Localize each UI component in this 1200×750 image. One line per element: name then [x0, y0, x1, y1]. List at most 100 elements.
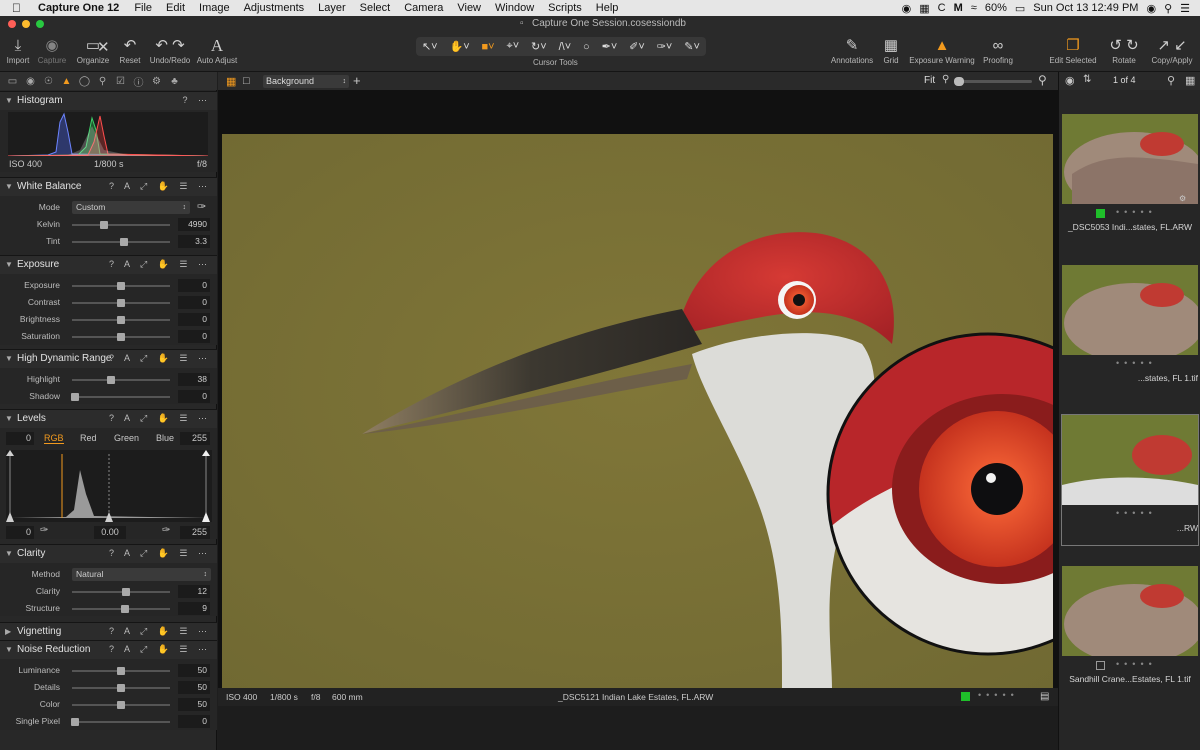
tool-actions[interactable]: ? A ⤢ ✋ ☰ ⋯: [109, 353, 211, 364]
multi-view-icon[interactable]: ▦: [226, 75, 236, 88]
color-tag-green[interactable]: [1096, 209, 1105, 218]
select-cursor-icon[interactable]: ↖˅: [422, 40, 438, 53]
exposure-tab-icon[interactable]: ▲: [59, 76, 74, 87]
app-menu[interactable]: Capture One 12: [38, 2, 119, 14]
clock[interactable]: Sun Oct 13 12:49 PM: [1033, 2, 1138, 14]
rating-stars[interactable]: •••••: [1116, 659, 1157, 669]
rating-stars[interactable]: •••••: [1116, 508, 1157, 518]
levels-input-low[interactable]: 0: [6, 432, 34, 445]
hdr-header[interactable]: ▼ High Dynamic Range ? A ⤢ ✋ ☰ ⋯: [0, 350, 217, 368]
proofing-button[interactable]: ∞ Proofing: [980, 36, 1016, 65]
undo-redo-button[interactable]: ↶ ↷ Undo/Redo: [146, 36, 194, 65]
thumbnail[interactable]: ••••• ...states, FL 1.tif: [1062, 265, 1198, 395]
menu-image[interactable]: Image: [199, 2, 230, 14]
thumbnail-selected[interactable]: ••••• ...RW: [1061, 414, 1199, 546]
slider-value[interactable]: 3.3: [178, 235, 210, 248]
annotate-icon[interactable]: ✎˅: [684, 40, 700, 53]
spot-icon[interactable]: ○: [583, 41, 590, 53]
close-window-button[interactable]: [8, 20, 16, 28]
layer-select[interactable]: Background ↕: [263, 75, 349, 88]
auto-adjust-button[interactable]: A Auto Adjust: [194, 36, 240, 65]
batch-tab-icon[interactable]: ♣: [167, 76, 182, 87]
slider-handle[interactable]: [117, 316, 125, 324]
slider-value[interactable]: 38: [178, 373, 210, 386]
slider-handle[interactable]: [117, 684, 125, 692]
levels-channel-green[interactable]: Green: [114, 433, 139, 443]
histogram-header[interactable]: ▼ Histogram ? ⋯: [0, 92, 217, 110]
zoom-slider-handle[interactable]: [954, 77, 964, 86]
thumbnail[interactable]: ••••• Sandhill Crane...Estates, FL 1.tif: [1062, 566, 1198, 696]
minimize-window-button[interactable]: [22, 20, 30, 28]
tool-actions[interactable]: ? A ⤢ ✋ ☰ ⋯: [109, 181, 211, 192]
slider-handle[interactable]: [121, 588, 130, 596]
tool-actions[interactable]: ? ⋯: [182, 95, 211, 106]
menu-adjustments[interactable]: Adjustments: [244, 2, 305, 14]
rating-stars[interactable]: •••••: [1116, 207, 1157, 217]
wifi-icon[interactable]: ≈: [971, 2, 977, 14]
menu-view[interactable]: View: [457, 2, 481, 14]
slider-value[interactable]: 0: [178, 715, 210, 728]
white-picker-icon[interactable]: ✑: [162, 525, 170, 536]
tool-actions[interactable]: ? A ⤢ ✋ ☰ ⋯: [109, 626, 211, 637]
slider-value[interactable]: 12: [178, 585, 210, 598]
crop-icon[interactable]: ⌖˅: [507, 40, 520, 53]
battery-icon[interactable]: ▭: [1015, 2, 1025, 15]
levels-output-low[interactable]: 0: [6, 526, 34, 539]
lens-tab-icon[interactable]: ◯: [77, 76, 92, 87]
slider-handle[interactable]: [117, 701, 125, 709]
menu-edit[interactable]: Edit: [166, 2, 185, 14]
loupe-icon[interactable]: ■˅: [482, 41, 495, 53]
info-icon[interactable]: ▤: [1040, 691, 1049, 702]
slider-track[interactable]: [72, 379, 170, 381]
levels-input-high[interactable]: 255: [180, 432, 210, 445]
slider-track[interactable]: [72, 224, 170, 226]
slider-value[interactable]: 0: [178, 279, 210, 292]
add-layer-icon[interactable]: +: [353, 73, 361, 88]
slider-handle[interactable]: [70, 393, 79, 401]
tool-actions[interactable]: ? A ⤢ ✋ ☰ ⋯: [109, 548, 211, 559]
ring-icon[interactable]: ◉: [902, 2, 912, 15]
rotate-button[interactable]: ↺ ↻ Rotate: [1108, 36, 1140, 65]
slider-value[interactable]: 50: [178, 681, 210, 694]
slider-handle[interactable]: [117, 282, 125, 290]
exposure-header[interactable]: ▼ Exposure ? A ⤢ ✋ ☰ ⋯: [0, 256, 217, 274]
reset-button[interactable]: ↶ Reset: [116, 36, 144, 65]
keystone-icon[interactable]: /\˅: [559, 41, 572, 53]
slider-value[interactable]: 0: [178, 390, 210, 403]
vignetting-header[interactable]: ▶ Vignetting ? A ⤢ ✋ ☰ ⋯: [0, 623, 217, 641]
slider-handle[interactable]: [117, 299, 125, 307]
slider-value[interactable]: 0: [178, 296, 210, 309]
slider-value[interactable]: 0: [178, 330, 210, 343]
slider-value[interactable]: 0: [178, 313, 210, 326]
m-icon[interactable]: M: [954, 2, 963, 14]
wb-picker-icon[interactable]: ✑: [197, 200, 206, 213]
zoom-level[interactable]: Fit: [924, 75, 935, 86]
eye-icon[interactable]: ◉: [1065, 74, 1075, 87]
slider-track[interactable]: [72, 396, 170, 398]
menu-layer[interactable]: Layer: [318, 2, 346, 14]
menu-help[interactable]: Help: [596, 2, 619, 14]
exposure-warning-button[interactable]: ▲ Exposure Warning: [906, 36, 978, 65]
tool-actions[interactable]: ? A ⤢ ✋ ☰ ⋯: [109, 644, 211, 655]
slider-handle[interactable]: [117, 333, 125, 341]
menu-scripts[interactable]: Scripts: [548, 2, 582, 14]
brush-icon[interactable]: ✒˅: [602, 40, 618, 53]
film-icon[interactable]: ▦: [919, 2, 929, 15]
color-tag-empty[interactable]: [1096, 661, 1105, 670]
single-view-icon[interactable]: □: [243, 75, 250, 87]
import-button[interactable]: ⤓ Import: [4, 36, 32, 65]
library-tab-icon[interactable]: ▭: [5, 76, 20, 87]
rating-stars[interactable]: •••••: [1116, 358, 1157, 368]
menu-window[interactable]: Window: [495, 2, 534, 14]
slider-handle[interactable]: [107, 376, 116, 384]
search-icon[interactable]: ⚲: [1164, 2, 1172, 15]
browser-view-icon[interactable]: ▦: [1185, 74, 1195, 87]
color-tag-green[interactable]: [961, 692, 970, 701]
wb-mode-select[interactable]: Custom ↕: [72, 201, 190, 214]
rating-stars[interactable]: •••••: [978, 690, 1019, 700]
edit-selected-button[interactable]: ❐ Edit Selected: [1046, 36, 1100, 65]
slider-value[interactable]: 50: [178, 664, 210, 677]
levels-channel-blue[interactable]: Blue: [156, 433, 174, 443]
slider-handle[interactable]: [120, 605, 129, 613]
copy-apply-button[interactable]: ↗ ↙ Copy/Apply: [1148, 36, 1196, 65]
